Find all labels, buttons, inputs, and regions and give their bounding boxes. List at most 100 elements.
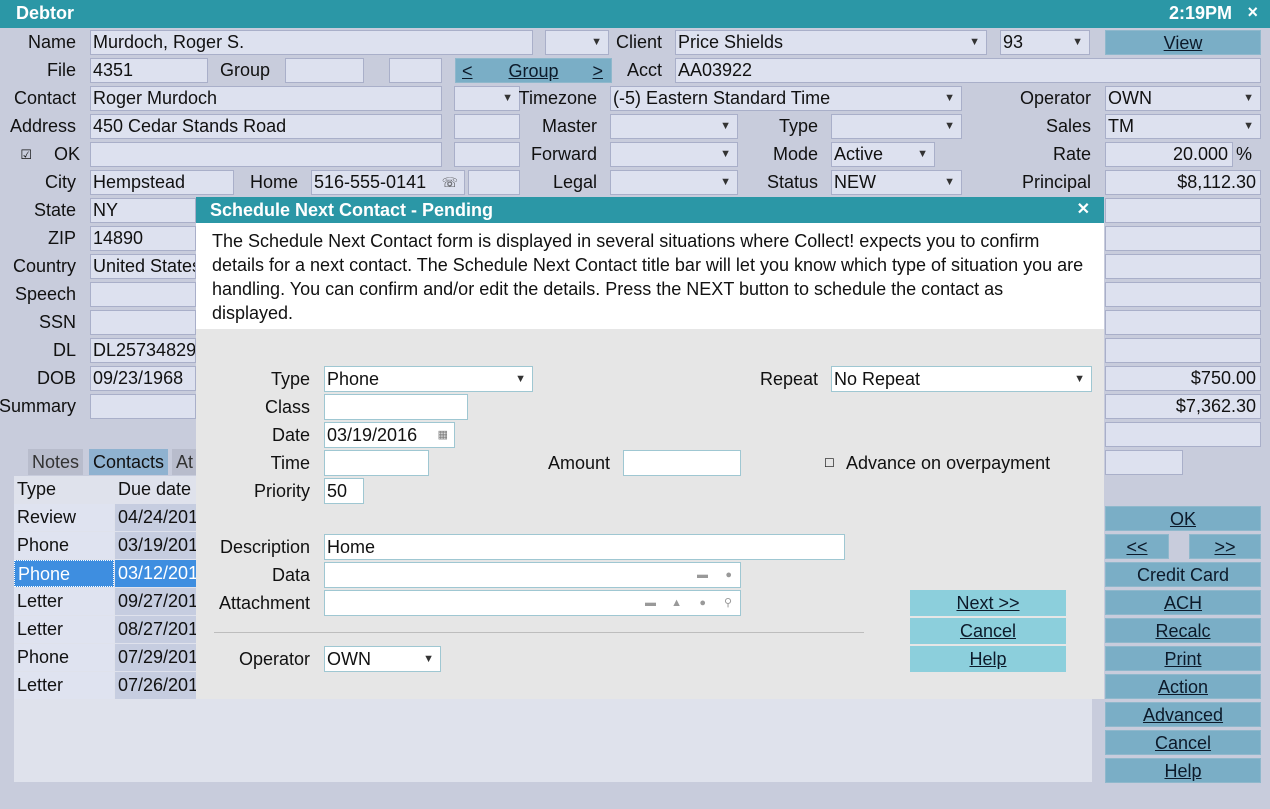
financial-field-2[interactable] [1105,226,1261,251]
zip-field[interactable]: 14890 [90,226,196,251]
table-row-date[interactable]: 09/27/201 [115,588,197,615]
clear-icon[interactable]: ● [699,591,706,615]
data-field[interactable]: ▬ ● [324,562,741,588]
attachment-field[interactable]: ▬ ▲ ● ⚲ [324,590,741,616]
column-header-type[interactable]: Type [14,476,114,503]
date-field[interactable]: 03/19/2016 ▦ [324,422,455,448]
address-field-3[interactable] [90,142,442,167]
credit-card-button[interactable]: Credit Card [1105,562,1261,587]
group-field[interactable] [285,58,364,83]
phone-icon[interactable]: ☏ [442,171,458,194]
home-phone-field[interactable]: 516-555-0141 ☏ [311,170,465,195]
ok-button[interactable]: OK [1105,506,1261,531]
group-next-button[interactable]: > [592,59,603,84]
table-row-type[interactable]: Phone [14,644,114,671]
advance-checkbox[interactable]: ☐ [824,450,838,476]
financial-field-8[interactable] [1105,450,1183,475]
dl-field[interactable]: DL25734829 [90,338,196,363]
table-row-date[interactable]: 07/29/201 [115,644,197,671]
cancel-button[interactable]: Cancel [1105,730,1261,755]
operator-field[interactable]: OWN ▼ [1105,86,1261,111]
table-row-date[interactable]: 07/26/201 [115,672,197,699]
summary-field[interactable] [90,394,196,419]
help-button[interactable]: Help [1105,758,1261,783]
type-select[interactable]: Phone ▼ [324,366,533,392]
close-icon[interactable]: ✕ [1077,199,1090,219]
tab-notes[interactable]: Notes [28,449,84,475]
financial-field-6[interactable] [1105,338,1261,363]
address-field-2[interactable] [454,114,520,139]
description-field[interactable]: Home [324,534,845,560]
home-ext-field[interactable] [468,170,520,195]
table-row-date[interactable]: 04/24/201 [115,504,197,531]
group-prev-button[interactable]: < [462,59,473,84]
print-button[interactable]: Print [1105,646,1261,671]
table-row-type[interactable]: Phone [14,532,114,559]
folder-icon[interactable]: ▬ [645,591,656,615]
country-field[interactable]: United States [90,254,196,279]
mode-field[interactable]: Active ▼ [831,142,935,167]
address-field-4[interactable] [454,142,520,167]
status-field[interactable]: NEW ▼ [831,170,962,195]
clear-icon[interactable]: ● [725,563,732,587]
type-field[interactable]: ▼ [831,114,962,139]
time-field[interactable] [324,450,429,476]
advanced-button[interactable]: Advanced [1105,702,1261,727]
city-field[interactable]: Hempstead [90,170,234,195]
tab-attachments[interactable]: At [172,449,198,475]
principal-field[interactable]: $8,112.30 [1105,170,1261,195]
table-row-type[interactable]: Review [14,504,114,531]
view-icon[interactable]: ⚲ [724,591,732,615]
group-nav[interactable]: < Group > [455,58,612,83]
tab-contacts[interactable]: Contacts [89,449,169,475]
group-nav-label[interactable]: Group [508,61,558,81]
table-row-date-selected[interactable]: 03/12/201 [115,560,197,587]
financial-field-7[interactable] [1105,422,1261,447]
next-button[interactable]: Next >> [910,590,1066,616]
table-row-type[interactable]: Letter [14,616,114,643]
view-button[interactable]: View [1105,30,1261,55]
timezone-field[interactable]: (-5) Eastern Standard Time ▼ [610,86,962,111]
financial-field-4[interactable] [1105,282,1261,307]
amount-field-2[interactable]: $7,362.30 [1105,394,1261,419]
ok-checkbox[interactable]: ☑ [18,142,32,167]
address-field[interactable]: 450 Cedar Stands Road [90,114,442,139]
financial-field-3[interactable] [1105,254,1261,279]
class-field[interactable] [324,394,468,420]
dialog-help-button[interactable]: Help [910,646,1066,672]
close-icon[interactable]: × [1247,2,1258,23]
acct-field[interactable]: AA03922 [675,58,1261,83]
prev-button[interactable]: << [1105,534,1169,559]
group-field-2[interactable] [389,58,442,83]
table-row-type[interactable]: Letter [14,672,114,699]
client-number-field[interactable]: 93 ▼ [1000,30,1090,55]
next-record-button[interactable]: >> [1189,534,1261,559]
name-dropdown[interactable]: ▼ [545,30,609,55]
dialog-cancel-button[interactable]: Cancel [910,618,1066,644]
sales-field[interactable]: TM ▼ [1105,114,1261,139]
rate-field[interactable]: 20.000 [1105,142,1233,167]
ssn-field[interactable] [90,310,196,335]
repeat-select[interactable]: No Repeat ▼ [831,366,1092,392]
recalc-button[interactable]: Recalc [1105,618,1261,643]
ach-button[interactable]: ACH [1105,590,1261,615]
operator-select[interactable]: OWN ▼ [324,646,441,672]
amount-field[interactable] [623,450,741,476]
contact-dropdown[interactable]: ▼ [454,86,520,111]
speech-field[interactable] [90,282,196,307]
table-row-date[interactable]: 03/19/201 [115,532,197,559]
scan-icon[interactable]: ▲ [671,591,682,615]
table-row-type[interactable]: Letter [14,588,114,615]
priority-field[interactable]: 50 [324,478,364,504]
financial-field-5[interactable] [1105,310,1261,335]
forward-field[interactable]: ▼ [610,142,738,167]
folder-icon[interactable]: ▬ [697,563,708,587]
financial-field-1[interactable] [1105,198,1261,223]
action-button[interactable]: Action [1105,674,1261,699]
column-header-due-date[interactable]: Due date [115,476,197,503]
contact-field[interactable]: Roger Murdoch [90,86,442,111]
legal-field[interactable]: ▼ [610,170,738,195]
dob-field[interactable]: 09/23/1968 [90,366,196,391]
client-field[interactable]: Price Shields ▼ [675,30,987,55]
amount-field-1[interactable]: $750.00 [1105,366,1261,391]
